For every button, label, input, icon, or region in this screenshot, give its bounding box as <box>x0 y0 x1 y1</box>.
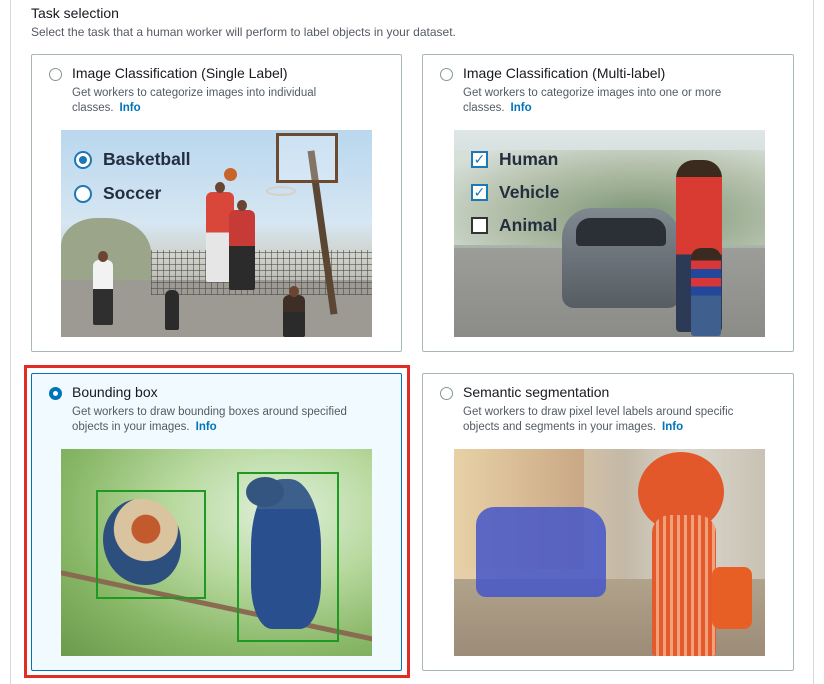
overlay-option-animal: Animal <box>471 215 557 236</box>
player <box>229 210 255 290</box>
card-description: Get workers to categorize images into in… <box>72 86 372 116</box>
card-description: Get workers to draw bounding boxes aroun… <box>72 405 372 435</box>
info-link[interactable]: Info <box>511 102 532 114</box>
overlay-option-vehicle: ✓ Vehicle <box>471 182 559 203</box>
overlay-label: Animal <box>499 215 558 235</box>
radio-unselected-icon <box>74 184 92 203</box>
overlay-option-soccer: Soccer <box>74 183 161 204</box>
radio-selected-icon <box>74 150 92 169</box>
player-head <box>215 182 225 193</box>
card-description-text: Get workers to categorize images into in… <box>72 87 317 114</box>
segmented-person <box>652 515 716 656</box>
overlay-option-human: ✓ Human <box>471 149 558 170</box>
task-card-semantic-segmentation[interactable]: Semantic segmentation Get workers to dra… <box>422 373 794 671</box>
bounding-box <box>96 490 206 599</box>
card-title: Image Classification (Multi-label) <box>463 65 666 81</box>
overlay-option-basketball: Basketball <box>74 149 191 170</box>
info-link[interactable]: Info <box>196 421 217 433</box>
player-head <box>289 286 299 297</box>
child <box>691 248 721 336</box>
radio-multi-label[interactable] <box>440 68 453 81</box>
overlay-label: Vehicle <box>499 182 560 202</box>
player-head <box>98 251 108 262</box>
card-title: Bounding box <box>72 384 158 400</box>
info-link[interactable]: Info <box>120 102 141 114</box>
backboard <box>276 133 338 183</box>
street-image: ✓ Human ✓ Vehicle Animal <box>454 130 765 337</box>
radio-bounding-box[interactable] <box>49 387 62 400</box>
radio-single-label[interactable] <box>49 68 62 81</box>
panel-left-border <box>10 0 11 684</box>
segmentation-image <box>454 449 765 656</box>
info-link[interactable]: Info <box>662 421 683 433</box>
basketball-image: Basketball Soccer <box>61 130 372 337</box>
card-title: Image Classification (Single Label) <box>72 65 288 81</box>
car-windshield <box>576 218 666 246</box>
player <box>283 295 305 337</box>
card-description: Get workers to categorize images into on… <box>463 86 763 116</box>
player-head <box>237 200 247 211</box>
player <box>165 290 179 330</box>
card-description-text: Get workers to categorize images into on… <box>463 87 722 114</box>
task-card-multi-label[interactable]: Image Classification (Multi-label) Get w… <box>422 54 794 352</box>
panel-right-border <box>813 0 814 684</box>
section-description: Select the task that a human worker will… <box>31 25 456 39</box>
overlay-label: Human <box>499 149 559 169</box>
segmented-bag <box>712 567 752 629</box>
overlay-label: Basketball <box>103 149 191 169</box>
segmented-car <box>476 507 606 597</box>
checkbox-unchecked-icon <box>471 217 488 234</box>
radio-semantic-segmentation[interactable] <box>440 387 453 400</box>
task-card-single-label[interactable]: Image Classification (Single Label) Get … <box>31 54 402 352</box>
section-title: Task selection <box>31 5 119 21</box>
checkbox-checked-icon: ✓ <box>471 151 488 168</box>
card-description-text: Get workers to draw pixel level labels a… <box>463 406 734 433</box>
task-card-bounding-box[interactable]: Bounding box Get workers to draw boundin… <box>31 373 402 671</box>
fence <box>151 250 372 295</box>
hoop <box>266 186 296 196</box>
birds-image <box>61 449 372 656</box>
bounding-box <box>237 472 339 642</box>
overlay-label: Soccer <box>103 183 162 203</box>
basketball <box>224 168 237 181</box>
card-title: Semantic segmentation <box>463 384 610 400</box>
checkbox-checked-icon: ✓ <box>471 184 488 201</box>
card-description: Get workers to draw pixel level labels a… <box>463 405 763 435</box>
player <box>93 260 113 325</box>
